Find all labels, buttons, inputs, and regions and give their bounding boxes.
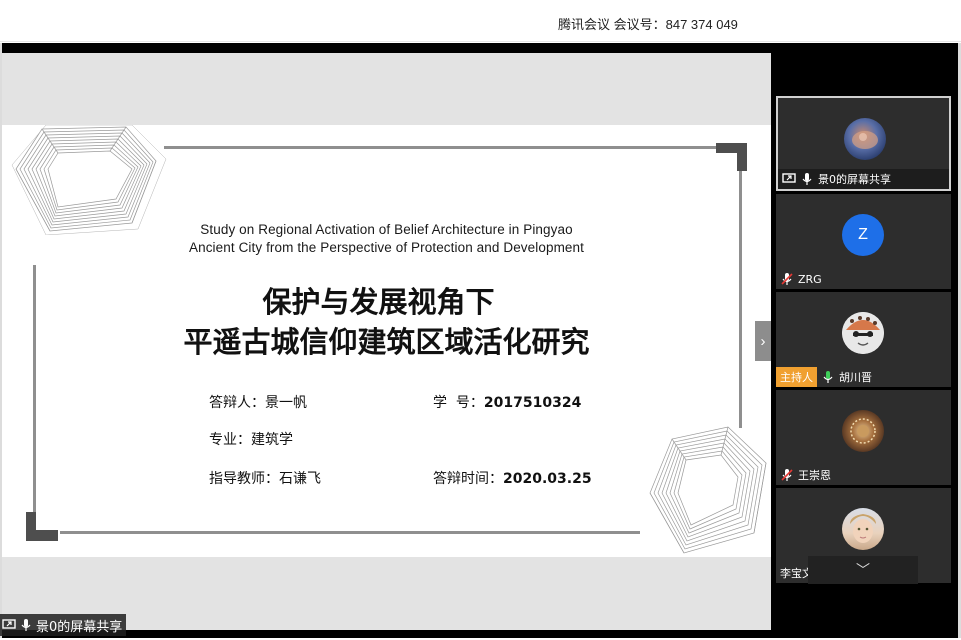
screen-share-label: 景0的屏幕共享 [0, 614, 127, 636]
planet-photo-avatar [844, 118, 886, 160]
participant-name: 景0的屏幕共享 [818, 173, 891, 186]
english-title-line-1: Study on Regional Activation of Belief A… [200, 222, 573, 237]
scroll-down-button[interactable]: ﹀ [808, 556, 918, 584]
participant-tile[interactable]: 王崇恩 [776, 390, 951, 485]
date-value: 2020.03.25 [503, 471, 592, 487]
defender-label: 答辩人： [209, 395, 265, 411]
mic-muted-icon [781, 469, 793, 481]
presentation-slide: Study on Regional Activation of Belief A… [2, 125, 771, 557]
participant-tile[interactable]: 主持人 胡川晋 [776, 292, 951, 387]
student-id-label: 学 号： [433, 395, 484, 411]
mic-muted-icon [781, 273, 793, 285]
participant-name: 王崇恩 [798, 469, 831, 482]
host-badge: 主持人 [776, 367, 817, 387]
mic-icon [21, 619, 31, 631]
participant-name: ZRG [798, 272, 822, 286]
mic-icon [802, 173, 812, 185]
student-id-row: 学 号：2017510324 [433, 392, 581, 412]
shared-screen: Study on Regional Activation of Belief A… [2, 53, 771, 630]
screen-share-icon [782, 173, 796, 183]
participant-bar: 景0的屏幕共享 [778, 169, 949, 189]
english-title-line-2: Ancient City from the Perspective of Pro… [189, 240, 584, 255]
major-value: 建筑学 [251, 432, 293, 448]
letter-avatar: Z [842, 214, 884, 256]
chevron-down-icon: ﹀ [856, 562, 870, 578]
participant-name: 胡川晋 [839, 371, 872, 384]
defender-value: 景一帆 [265, 395, 307, 411]
frame-corner-bottom-left [26, 512, 58, 541]
participant-tile[interactable]: 景0的屏幕共享 [776, 96, 951, 191]
participant-bar: 主持人 胡川晋 [776, 367, 951, 387]
student-id-value: 2017510324 [483, 395, 582, 411]
hexagon-decoration-bottom-right [649, 426, 767, 554]
advisor-value: 石谦飞 [279, 471, 321, 487]
frame-line-top [164, 146, 722, 149]
date-row: 答辩时间：2020.03.25 [433, 468, 592, 488]
portrait-photo-avatar [842, 508, 884, 550]
frame-corner-top-right [716, 143, 747, 171]
chinese-title-line-2: 平遥古城信仰建筑区域活化研究 [183, 325, 590, 359]
participant-bar: ZRG [776, 269, 951, 289]
defender-row: 答辩人：景一帆 [209, 392, 307, 412]
chinese-title-line-1: 保护与发展视角下 [262, 285, 495, 319]
chevron-right-icon: › [760, 332, 766, 350]
hexagon-decoration-top-left [11, 125, 167, 235]
frame-line-bottom [60, 531, 640, 534]
next-page-button[interactable]: › [755, 321, 771, 361]
major-label: 专业： [209, 432, 251, 448]
participant-tile[interactable]: Z ZRG [776, 194, 951, 289]
avatar-letter: Z [858, 226, 868, 243]
major-row: 专业：建筑学 [209, 429, 293, 449]
advisor-label: 指导教师： [209, 471, 279, 487]
advisor-row: 指导教师：石谦飞 [209, 468, 321, 488]
cartoon-cat-avatar [842, 312, 884, 354]
meeting-title: 腾讯会议 会议号：847 374 049 [558, 17, 738, 32]
participant-bar: 王崇恩 [776, 465, 951, 485]
screen-share-icon [2, 619, 16, 629]
date-label: 答辩时间： [433, 471, 503, 487]
title-bar: 腾讯会议 会议号：847 374 049 [0, 0, 961, 42]
ornament-photo-avatar [842, 410, 884, 452]
mic-icon [823, 371, 833, 383]
screen-share-label-text: 景0的屏幕共享 [36, 619, 123, 635]
